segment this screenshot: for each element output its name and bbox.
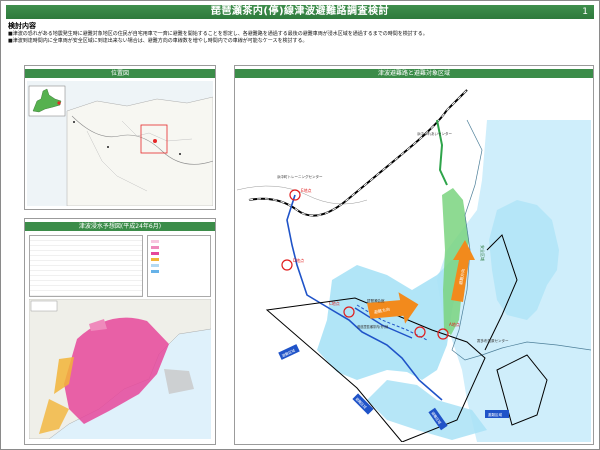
- main-map-panel: 津波避難路と避難対象区域 E地点 D地点 C地点 A地点 避難方向 避難方向 安…: [234, 65, 594, 445]
- inundation-panel-title: 津波浸水予想図(平成24年6月): [25, 222, 215, 231]
- study-heading: 検討内容: [8, 22, 36, 30]
- study-contents: 検討内容 ■津波の恐れがある地震発生時に避難対象地区の住民が自宅用車で一斉に避難…: [8, 22, 593, 45]
- inundation-table: [29, 235, 143, 297]
- location-panel-title: 位置図: [25, 69, 215, 78]
- zone-label-4: 避難区域: [488, 412, 502, 417]
- location-map: [27, 81, 213, 206]
- facility-label-3: 浜中町トレーニングセンター: [277, 174, 323, 179]
- page-number: 1: [582, 7, 588, 17]
- point-d-label: D地点: [293, 257, 304, 263]
- study-bullet-2: ■津波到達時間内に全車両が安全区域に到達出来ない場合は、避難方向の車線数を増やし…: [8, 38, 308, 44]
- point-a-label: A地点: [449, 321, 460, 327]
- point-e-label: E地点: [301, 187, 312, 193]
- page-title: 琵琶瀬茶内(停)線津波避難路調査検討: [210, 6, 390, 17]
- inundation-map: [29, 299, 211, 439]
- facility-label-4: 霧多布湿原センター: [477, 338, 509, 343]
- title-bar: 琵琶瀬茶内(停)線津波避難路調査検討 1: [6, 5, 594, 19]
- road-label: 道道琵琶瀬茶内(停)線: [357, 324, 389, 329]
- evacuation-map: E地点 D地点 C地点 A地点 避難方向 避難方向 安全区域 避難区域 避難区域…: [237, 80, 591, 442]
- inundation-panel: 津波浸水予想図(平成24年6月): [24, 218, 216, 445]
- inundation-legend: [147, 235, 211, 297]
- point-c-label: C地点: [329, 300, 340, 306]
- safe-area-label: 安全区域: [480, 245, 486, 261]
- facility-label-1: 浜中ふれあいセンター: [417, 131, 452, 136]
- location-panel: 位置図: [24, 65, 216, 210]
- study-bullet-1: ■津波の恐れがある地震発生時に避難対象地区の住民が自宅用車で一斉に避難を開始する…: [8, 31, 428, 37]
- main-map-title: 津波避難路と避難対象区域: [235, 69, 593, 78]
- facility-label-2: 琵琶瀬会館: [367, 298, 385, 303]
